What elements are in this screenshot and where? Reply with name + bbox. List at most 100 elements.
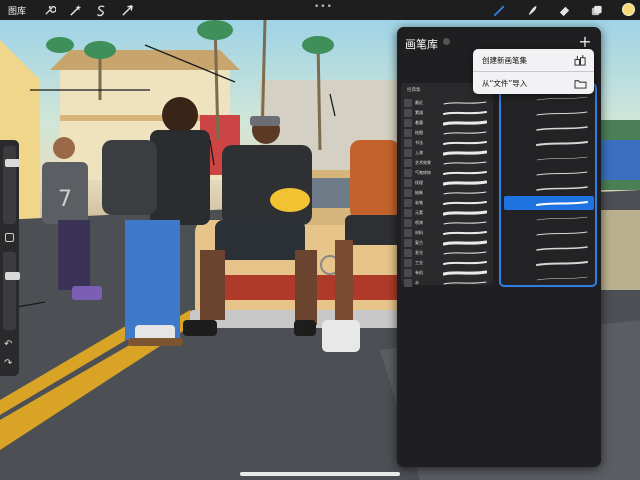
brush-sets-header: 经典集	[407, 88, 421, 93]
brush-item[interactable]	[504, 211, 594, 225]
brush-set-thumbnail	[404, 149, 412, 157]
brush-set-stroke-preview	[443, 111, 487, 115]
brush-set-icon	[573, 54, 587, 66]
brush-set-thumbnail	[404, 279, 412, 287]
brush-item[interactable]	[504, 181, 594, 195]
brush-item[interactable]	[504, 256, 594, 270]
brush-set-stroke-preview	[443, 191, 487, 195]
brush-set-thumbnail	[404, 189, 412, 197]
brush-icon[interactable]	[492, 3, 506, 17]
brush-set-label: 书法	[415, 140, 423, 145]
layers-icon[interactable]	[589, 3, 603, 17]
brush-set-thumbnail	[404, 229, 412, 237]
brush-stroke-preview	[536, 110, 588, 116]
eraser-icon[interactable]	[557, 3, 571, 17]
brush-set-label: 工业	[415, 260, 423, 265]
import-from-files-label: 从“文件”导入	[482, 78, 528, 88]
brush-set-thumbnail	[404, 159, 412, 167]
brush-size-slider[interactable]	[3, 146, 20, 224]
brush-set-stroke-preview	[443, 231, 487, 235]
brush-set-stroke-preview	[443, 221, 487, 225]
opacity-thumb[interactable]	[5, 271, 20, 280]
brush-set-stroke-preview	[443, 101, 487, 105]
left-sidebar: ↶ ↷	[0, 140, 20, 376]
top-toolbar: 图库 •••	[0, 0, 640, 20]
panel-title: 画笔库	[405, 38, 438, 51]
gallery-button[interactable]: 图库	[8, 4, 30, 17]
brush-set-label: 元素	[415, 210, 423, 215]
more-options-button[interactable]: •••	[314, 2, 333, 12]
brush-set-stroke-preview	[443, 161, 487, 165]
brush-set-stroke-preview	[443, 251, 487, 255]
brush-set-thumbnail	[404, 199, 412, 207]
brush-set-label: 绘图	[415, 130, 423, 135]
brush-item[interactable]	[504, 196, 594, 210]
brush-item[interactable]	[504, 151, 594, 165]
magic-wand-icon[interactable]	[68, 3, 82, 17]
brush-set-thumbnail	[404, 109, 412, 117]
brush-set-stroke-preview	[443, 281, 487, 285]
brush-stroke-preview	[536, 170, 588, 176]
brush-set-label: 抽象	[415, 190, 423, 195]
opacity-slider[interactable]	[3, 252, 20, 330]
transform-arrow-icon[interactable]	[120, 3, 134, 17]
brush-set-stroke-preview	[443, 150, 487, 156]
color-picker-button[interactable]	[622, 3, 635, 16]
create-brush-set-item[interactable]: 创建新画笔集	[473, 49, 594, 71]
brush-set-label: 艺术效果	[415, 160, 431, 165]
brush-set-thumbnail	[404, 179, 412, 187]
brush-set-stroke-preview	[443, 261, 487, 265]
import-from-files-item[interactable]: 从“文件”导入	[473, 72, 594, 94]
brush-set-label: 材料	[415, 230, 423, 235]
new-brush-set-popover: 创建新画笔集 从“文件”导入	[473, 49, 594, 94]
brush-set-thumbnail	[404, 99, 412, 107]
brush-item[interactable]	[504, 106, 594, 120]
brush-item[interactable]	[504, 226, 594, 240]
brush-item[interactable]	[504, 136, 594, 150]
brush-set-stroke-preview	[443, 171, 487, 175]
brush-set-thumbnail	[404, 129, 412, 137]
undo-button[interactable]: ↶	[4, 339, 12, 350]
redo-button[interactable]: ↷	[4, 358, 12, 369]
brush-item[interactable]	[504, 121, 594, 135]
brush-set-thumbnail	[404, 119, 412, 127]
brush-set-label: 水	[415, 280, 419, 285]
brush-stroke-preview	[536, 245, 588, 251]
brush-stroke-preview	[535, 260, 589, 266]
brushes-list	[499, 83, 597, 287]
wrench-icon[interactable]	[42, 3, 56, 17]
selection-icon[interactable]	[94, 3, 108, 17]
brush-set-label: 复古	[415, 240, 423, 245]
svg-text:7: 7	[58, 187, 72, 212]
brush-stroke-preview	[536, 216, 588, 220]
brush-set-stroke-preview	[443, 180, 487, 186]
brush-set-label: 发光	[415, 250, 423, 255]
create-brush-set-label: 创建新画笔集	[482, 55, 527, 65]
brush-set-stroke-preview	[443, 210, 487, 216]
brush-item[interactable]	[504, 166, 594, 180]
brush-set-item[interactable]: 水	[404, 277, 490, 289]
brush-set-stroke-preview	[443, 141, 487, 145]
brush-item[interactable]	[504, 271, 594, 285]
brush-set-label: 气笔修饰	[415, 170, 431, 175]
brush-set-label: 有机	[415, 270, 423, 275]
folder-icon	[573, 77, 587, 89]
brush-set-thumbnail	[404, 269, 412, 277]
brush-stroke-preview	[536, 96, 588, 100]
brush-set-thumbnail	[404, 219, 412, 227]
home-indicator[interactable]	[240, 472, 400, 476]
brush-set-thumbnail	[404, 209, 412, 217]
brush-size-thumb[interactable]	[5, 158, 20, 167]
brush-set-stroke-preview	[443, 240, 487, 246]
brush-stroke-preview	[535, 200, 589, 206]
brush-set-label: 素描	[415, 110, 423, 115]
brush-set-label: 着墨	[415, 120, 423, 125]
brush-stroke-preview	[535, 140, 589, 146]
modify-button[interactable]	[5, 233, 14, 242]
brush-set-label: 炭笔	[415, 200, 423, 205]
smudge-icon[interactable]	[525, 3, 539, 17]
brush-set-thumbnail	[404, 169, 412, 177]
brush-stroke-preview	[536, 185, 588, 191]
brush-item[interactable]	[504, 241, 594, 255]
brush-stroke-preview	[536, 125, 588, 131]
